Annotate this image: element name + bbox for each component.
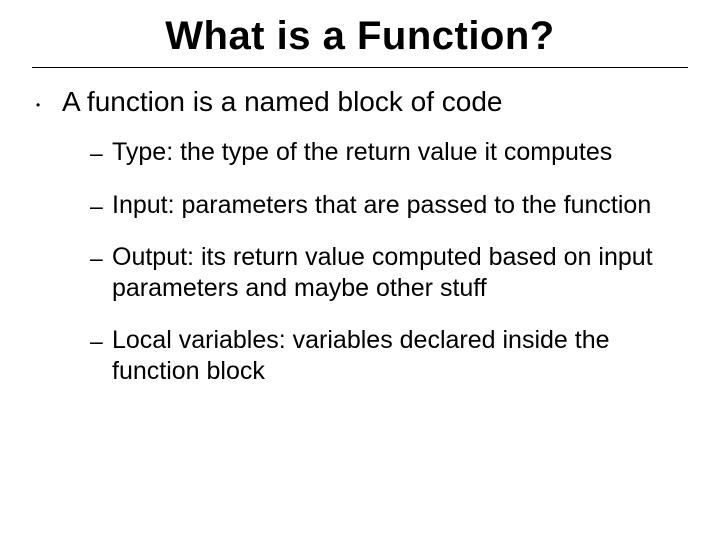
bullet-level2: – Local variables: variables declared in… (112, 325, 680, 386)
bullet-level2: – Input: parameters that are passed to t… (112, 190, 680, 221)
bullet-level2-list: – Type: the type of the return value it … (62, 137, 680, 386)
bullet-level2: – Type: the type of the return value it … (112, 137, 680, 168)
dash-icon: – (90, 327, 103, 355)
bullet-level2-text: Output: its return value computed based … (112, 243, 653, 302)
dash-icon: – (90, 192, 103, 220)
bullet-level2-text: Local variables: variables declared insi… (112, 326, 610, 385)
bullet-level1-text: A function is a named block of code (62, 86, 503, 117)
bullet-level2: – Output: its return value computed base… (112, 242, 680, 303)
slide: What is a Function? • A function is a na… (0, 0, 720, 540)
bullet-level2-text: Input: parameters that are passed to the… (112, 191, 651, 219)
dash-icon: – (90, 244, 103, 272)
bullet-level2-text: Type: the type of the return value it co… (112, 138, 612, 166)
slide-body: • A function is a named block of code – … (0, 68, 720, 386)
dash-icon: – (90, 139, 103, 167)
bullet-level1: • A function is a named block of code (62, 84, 680, 119)
slide-title: What is a Function? (0, 0, 720, 65)
bullet-dot-icon: • (36, 98, 40, 113)
